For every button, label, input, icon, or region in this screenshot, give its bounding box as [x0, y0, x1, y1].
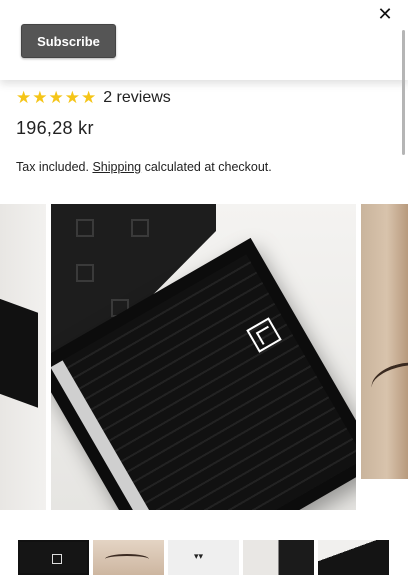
lid-pattern-square	[131, 219, 149, 237]
tax-suffix: calculated at checkout.	[144, 160, 272, 174]
product-image-carousel[interactable]	[0, 204, 408, 510]
subscribe-popup: Subscribe ✕	[0, 0, 408, 80]
product-price: 196,28 kr	[16, 118, 94, 138]
lid-pattern-square	[76, 219, 94, 237]
thumb-lash-box-angle[interactable]	[318, 540, 389, 575]
scrollbar[interactable]	[402, 30, 405, 155]
lid-pattern-square	[76, 264, 94, 282]
product-rating[interactable]: ★★★★★ 2 reviews	[16, 88, 171, 108]
carousel-slide-previous[interactable]	[0, 204, 46, 510]
tax-note: Tax included. Shipping calculated at che…	[16, 160, 272, 174]
shipping-link[interactable]: Shipping	[92, 160, 141, 174]
thumbnail-strip	[18, 540, 389, 575]
thumb-eye-lashes[interactable]	[93, 540, 164, 575]
thumb-lash-tweezers[interactable]	[168, 540, 239, 575]
close-icon[interactable]: ✕	[374, 4, 396, 26]
carousel-slide-next[interactable]	[361, 204, 408, 479]
tax-prefix: Tax included.	[16, 160, 89, 174]
subscribe-button[interactable]: Subscribe	[21, 24, 116, 58]
carousel-slide-current[interactable]	[51, 204, 356, 510]
thumb-lash-box-closeup[interactable]	[18, 540, 89, 575]
star-rating-icon: ★★★★★	[16, 88, 98, 108]
review-count[interactable]: 2 reviews	[103, 89, 171, 107]
thumb-lash-box-open[interactable]	[243, 540, 314, 575]
